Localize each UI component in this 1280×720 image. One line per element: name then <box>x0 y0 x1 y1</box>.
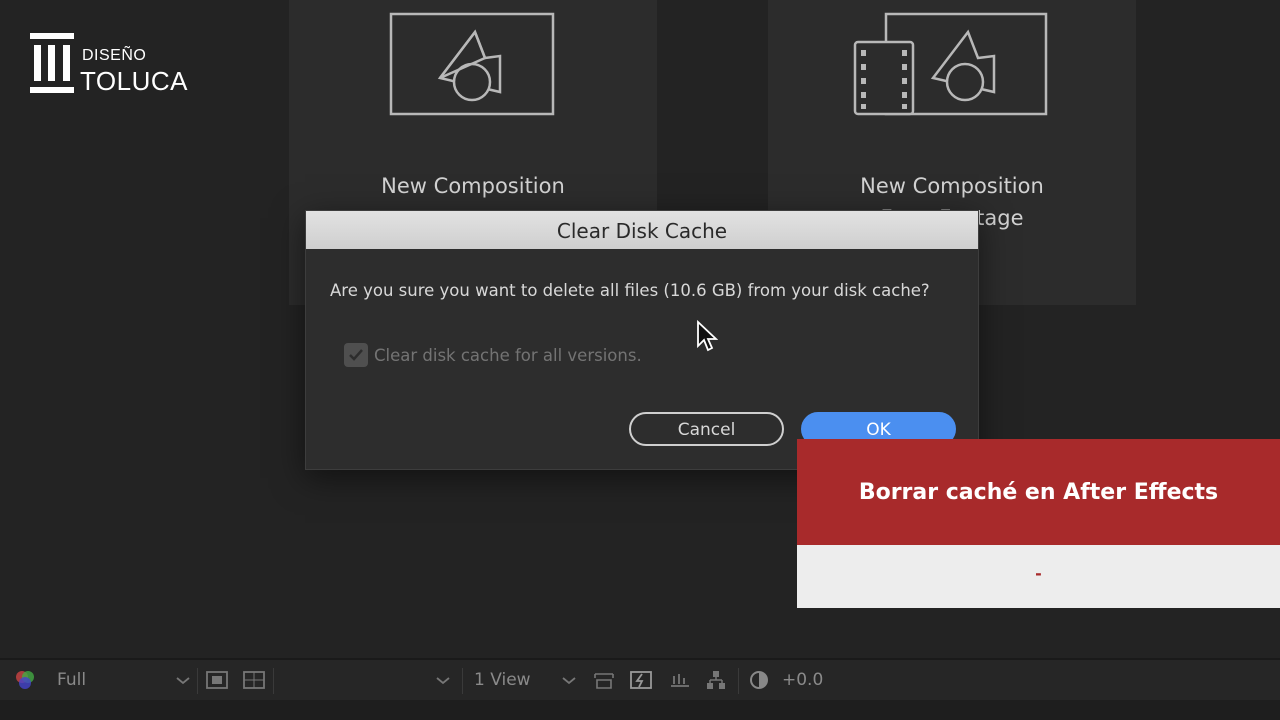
resolution-select[interactable]: Full <box>57 668 86 692</box>
lower-third-subtitle: - <box>1035 564 1042 583</box>
view-layout-select[interactable]: 1 View <box>474 668 531 692</box>
region-of-interest-icon[interactable] <box>204 668 230 692</box>
all-versions-checkbox[interactable] <box>344 343 368 367</box>
chevron-down-icon[interactable] <box>430 668 456 692</box>
composition-from-footage-icon <box>853 12 1048 116</box>
clear-disk-cache-dialog: Clear Disk Cache Are you sure you want t… <box>305 210 979 470</box>
lower-third-title: Borrar caché en After Effects <box>858 479 1219 505</box>
flowchart-icon[interactable] <box>703 668 729 692</box>
card-label-line1: New Composition <box>860 174 1044 198</box>
checkmark-icon <box>349 349 363 361</box>
cancel-button[interactable]: Cancel <box>629 412 784 446</box>
fast-previews-icon[interactable] <box>628 668 654 692</box>
exposure-reset-icon[interactable] <box>746 668 772 692</box>
dialog-title: Clear Disk Cache <box>306 211 978 249</box>
mouse-cursor-icon <box>697 320 718 352</box>
logo-text-line2: TOLUCA <box>80 66 188 96</box>
viewer-toolbar: Full 1 View +0.0 <box>0 658 1280 700</box>
card-label: New Composition <box>381 174 565 198</box>
lower-third-title-bar: Borrar caché en After Effects <box>797 439 1280 545</box>
logo-mark-icon <box>30 33 74 93</box>
all-versions-checkbox-row[interactable]: Clear disk cache for all versions. <box>344 343 642 367</box>
dialog-message: Are you sure you want to delete all file… <box>330 281 930 300</box>
timeline-icon[interactable] <box>667 668 693 692</box>
logo-text-line1: DISEÑO <box>82 47 147 64</box>
lower-third-subtitle-bar: - <box>797 545 1280 608</box>
brand-logo: DISEÑO TOLUCA <box>30 33 200 96</box>
transparency-grid-icon[interactable] <box>241 668 267 692</box>
exposure-value[interactable]: +0.0 <box>782 668 823 692</box>
composition-icon <box>389 12 555 116</box>
toggle-pixel-aspect-icon[interactable] <box>591 668 617 692</box>
chevron-down-icon[interactable] <box>170 668 196 692</box>
chevron-down-icon[interactable] <box>556 668 582 692</box>
checkbox-label: Clear disk cache for all versions. <box>374 345 642 365</box>
color-channels-icon[interactable] <box>12 668 38 692</box>
toolbar-bottom-strip <box>0 700 1280 720</box>
